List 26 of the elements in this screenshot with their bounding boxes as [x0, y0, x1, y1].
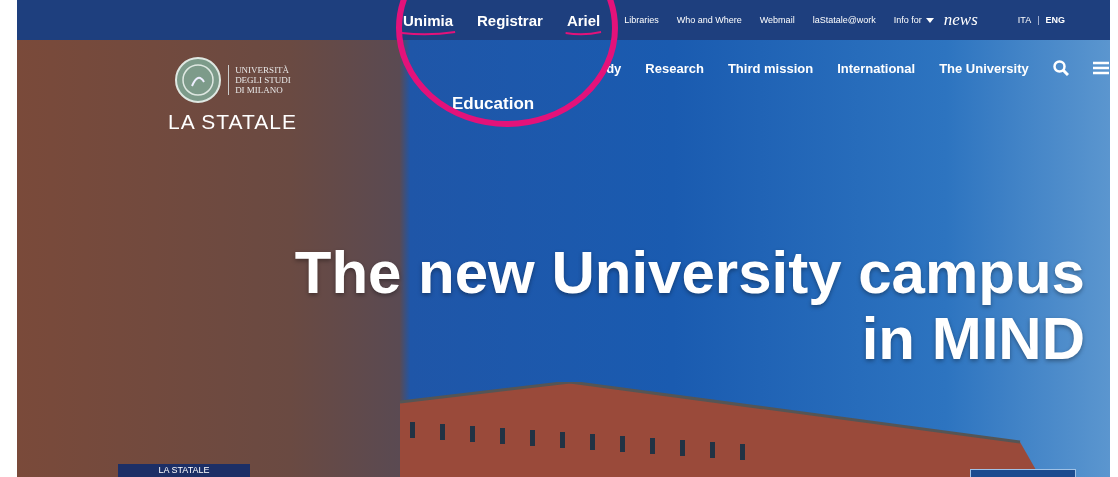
top-link[interactable]: laStatale@work: [812, 15, 876, 25]
top-link[interactable]: Who and Where: [676, 15, 742, 25]
panel-tab[interactable]: [970, 469, 1076, 477]
top-link[interactable]: Webmail: [759, 15, 795, 25]
hero-headline: The new University campus in MIND: [293, 240, 1085, 372]
nav-link[interactable]: Education: [452, 94, 535, 114]
top-link[interactable]: Info for: [893, 15, 934, 25]
top-link[interactable]: Registrar: [477, 11, 543, 29]
top-link[interactable]: Libraries: [624, 15, 659, 25]
top-link[interactable]: Ariel: [566, 11, 601, 29]
language-divider: |: [1037, 15, 1040, 25]
language-link[interactable]: ITA: [1017, 15, 1032, 25]
search-icon[interactable]: [1052, 60, 1069, 76]
nav-link[interactable]: International: [837, 60, 916, 76]
nav-link[interactable]: Third mission: [727, 60, 814, 76]
logo-wordmark: LA STATALE: [167, 110, 298, 134]
badge-label: LA STATALE: [118, 464, 250, 477]
menu-icon[interactable]: [1092, 61, 1109, 75]
nav-link[interactable]: The University: [939, 60, 1029, 76]
nav-link[interactable]: Research: [645, 60, 704, 76]
seal-icon: [174, 56, 223, 104]
caret-icon: [925, 17, 934, 23]
university-name: UNIVERSITÀ DEGLI STUDI DI MILANO: [228, 65, 291, 95]
news-logo-link[interactable]: news: [943, 10, 978, 30]
top-link[interactable]: Unimia: [403, 11, 453, 29]
language-link[interactable]: ENG: [1045, 15, 1066, 25]
